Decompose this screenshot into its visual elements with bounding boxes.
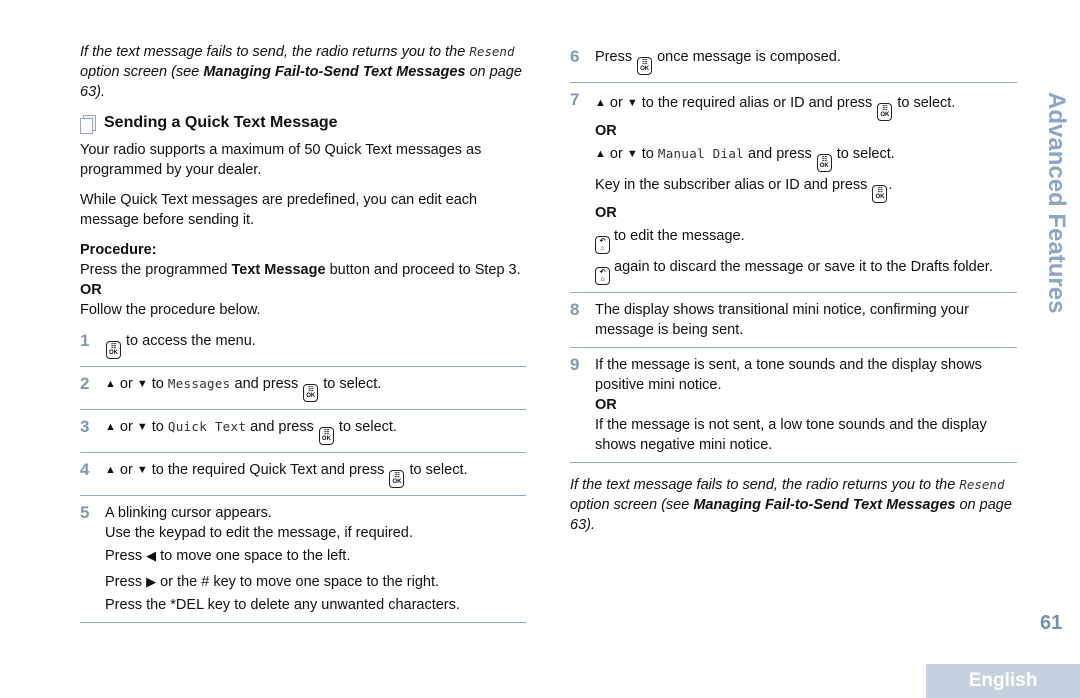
step-4: 4 ▲ or ▼ to the required Quick Text and … (80, 453, 526, 496)
outro-note: If the text message fails to send, the r… (570, 477, 1012, 533)
down-arrow-icon: ▼ (626, 148, 638, 160)
step-number: 2 (80, 374, 90, 393)
down-arrow-icon: ▼ (136, 378, 148, 390)
step-7: 7 ▲ or ▼ to the required alias or ID and… (570, 83, 1017, 293)
step-1: 1 ☷ OK to access the menu. (80, 324, 526, 367)
back-home-key-icon: ↶ ⌂ (595, 267, 610, 285)
step-number: 4 (80, 460, 90, 479)
chapter-side-tab: Advanced Features (1043, 92, 1070, 314)
resend-ui-text: Resend (469, 44, 515, 59)
resend-ui-text: Resend (959, 477, 1005, 492)
step-number: 1 (80, 331, 90, 350)
step-number: 7 (570, 90, 580, 109)
paragraph-predefined: While Quick Text messages are predefined… (80, 192, 478, 228)
left-arrow-icon: ◀ (146, 548, 157, 563)
right-arrow-icon: ▶ (146, 574, 157, 589)
step-3: 3 ▲ or ▼ to Quick Text and press ☷ OK to … (80, 410, 526, 453)
quick-text-ui-text: Quick Text (167, 419, 247, 434)
up-arrow-icon: ▲ (595, 97, 606, 109)
step-number: 9 (570, 355, 580, 374)
intro-note: If the text message fails to send, the r… (80, 44, 522, 100)
step-number: 3 (80, 417, 90, 436)
page-number: 61 (1040, 612, 1063, 634)
step-6: 6 Press ☷ OK once message is composed. (570, 40, 1017, 83)
language-tab: English (926, 664, 1080, 698)
step-number: 8 (570, 300, 580, 319)
menu-ok-key-icon: ☷ OK (816, 154, 832, 172)
manual-dial-ui-text: Manual Dial (657, 146, 744, 161)
menu-ok-key-icon: ☷ OK (877, 103, 893, 121)
or-label: OR (595, 123, 617, 139)
right-column: 6 Press ☷ OK once message is composed. 7 … (570, 40, 1017, 535)
or-label: OR (595, 397, 617, 413)
paragraph-max-messages: Your radio supports a maximum of 50 Quic… (80, 142, 482, 178)
step-number: 5 (80, 503, 90, 522)
procedure-text: Press the programmed Text Message button… (80, 262, 521, 278)
menu-ok-key-icon: ☷ OK (872, 185, 888, 203)
follow-procedure-text: Follow the procedure below. (80, 302, 261, 318)
step-8: 8 The display shows transitional mini no… (570, 293, 1017, 348)
document-pages-icon (80, 114, 96, 134)
down-arrow-icon: ▼ (136, 464, 148, 476)
cross-reference-link[interactable]: Managing Fail-to-Send Text Messages (693, 497, 955, 513)
back-home-key-icon: ↶ ⌂ (595, 236, 610, 254)
menu-ok-key-icon: ☷ OK (303, 384, 319, 402)
up-arrow-icon: ▲ (105, 378, 116, 390)
down-arrow-icon: ▼ (136, 421, 148, 433)
step-2: 2 ▲ or ▼ to Messages and press ☷ OK to se… (80, 367, 526, 410)
down-arrow-icon: ▼ (626, 97, 638, 109)
up-arrow-icon: ▲ (595, 148, 606, 160)
procedure-label: Procedure: (80, 242, 157, 258)
steps-list-left: 1 ☷ OK to access the menu. 2 ▲ or ▼ to Me… (80, 324, 526, 623)
cross-reference-link[interactable]: Managing Fail-to-Send Text Messages (203, 64, 465, 80)
messages-ui-text: Messages (167, 376, 231, 391)
menu-ok-key-icon: ☷ OK (106, 341, 121, 359)
step-number: 6 (570, 47, 580, 66)
section-title: Sending a Quick Text Message (80, 114, 526, 134)
or-label: OR (595, 205, 617, 221)
step-5: 5 A blinking cursor appears. Use the key… (80, 496, 526, 623)
left-column: If the text message fails to send, the r… (80, 42, 526, 623)
menu-ok-key-icon: ☷ OK (389, 470, 405, 488)
up-arrow-icon: ▲ (105, 421, 116, 433)
step-9: 9 If the message is sent, a tone sounds … (570, 348, 1017, 463)
menu-ok-key-icon: ☷ OK (318, 427, 334, 445)
or-label: OR (80, 282, 102, 298)
up-arrow-icon: ▲ (105, 464, 116, 476)
menu-ok-key-icon: ☷ OK (637, 57, 653, 75)
